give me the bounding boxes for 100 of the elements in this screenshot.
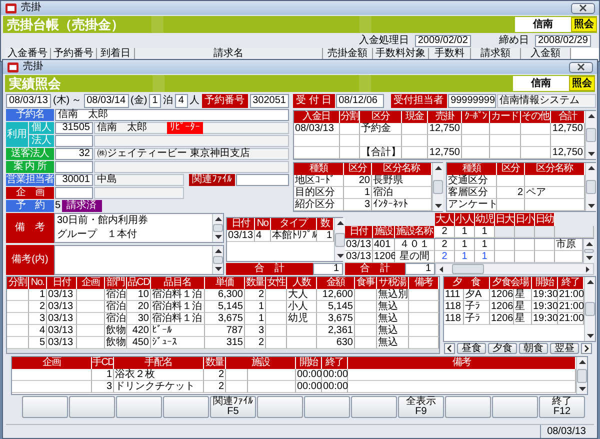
meal-button[interactable]: 昼食	[457, 343, 486, 354]
close-button[interactable]	[569, 62, 593, 72]
scrollbar[interactable]	[584, 277, 595, 341]
code-field[interactable]: 30001	[55, 174, 93, 186]
scroll-right-icon[interactable]	[585, 266, 590, 272]
scroll-up-icon[interactable]	[336, 220, 344, 226]
scrollbar[interactable]	[212, 246, 223, 274]
table-cell	[515, 239, 535, 251]
scrollbar[interactable]	[432, 163, 443, 211]
scroll-left-button[interactable]	[444, 343, 455, 354]
date-field[interactable]: 2008/02/29	[534, 34, 591, 46]
table-cell: 1	[245, 301, 266, 313]
function-key-button[interactable]: 関連ﾌｧｲﾙ F5	[210, 396, 256, 418]
input-field[interactable]	[94, 187, 184, 199]
table-cell: 111	[444, 289, 464, 301]
scroll-down-icon[interactable]	[586, 203, 596, 209]
scroll-down-icon[interactable]	[214, 234, 222, 240]
scroll-up-icon[interactable]	[214, 248, 222, 254]
table-cell: 03/13	[47, 289, 77, 301]
column-header: 売掛	[428, 111, 462, 123]
input-field[interactable]	[94, 135, 289, 147]
scroll-up-icon[interactable]	[578, 359, 586, 365]
table-cell: 2	[435, 226, 455, 238]
table-cell	[340, 135, 360, 147]
horizontal-scrollbar[interactable]	[435, 263, 594, 275]
scroll-up-icon[interactable]	[586, 279, 594, 285]
table-cell	[409, 325, 439, 337]
scroll-right-button[interactable]	[581, 343, 592, 354]
column-header: 数	[317, 218, 334, 230]
function-key-button[interactable]	[69, 396, 115, 418]
close-button[interactable]	[571, 2, 595, 14]
scroll-down-icon[interactable]	[586, 151, 596, 157]
staff-code-field[interactable]: 99999999	[448, 94, 496, 108]
reservation-number-field[interactable]: 302051	[250, 94, 289, 108]
reception-date-field[interactable]: 08/12/06	[336, 94, 384, 108]
scrollbar[interactable]	[212, 214, 223, 242]
input-field[interactable]	[55, 187, 93, 199]
scroll-down-icon[interactable]	[214, 266, 222, 272]
function-key-button[interactable]: 終了 F12	[539, 396, 585, 418]
input-field[interactable]	[55, 135, 93, 147]
function-key-button[interactable]	[22, 396, 68, 418]
table-cell: 宿泊料１泊	[151, 289, 205, 301]
name-field[interactable]: ㈱ジェイティービー 東京神田支店	[94, 148, 289, 160]
function-key-button[interactable]	[445, 396, 491, 418]
input-field[interactable]	[94, 161, 289, 173]
date-field[interactable]: 2009/02/02	[414, 34, 471, 46]
column-header: 施設	[373, 226, 395, 238]
staff-name-field[interactable]: 信南情報システム	[496, 94, 596, 108]
function-key-button[interactable]	[116, 396, 162, 418]
input-field[interactable]	[55, 161, 93, 173]
table-cell: ｼﾞｭｰｽ	[151, 337, 205, 349]
table-cell: 03/13	[345, 251, 373, 263]
code-field[interactable]: 31505	[55, 122, 93, 134]
function-key-button[interactable]	[492, 396, 538, 418]
scroll-up-icon[interactable]	[434, 165, 442, 171]
function-key-button[interactable]	[304, 396, 350, 418]
meal-button[interactable]: 夕食	[488, 343, 517, 354]
table-cell	[462, 147, 490, 159]
function-key-button[interactable]	[257, 396, 303, 418]
scroll-down-icon[interactable]	[434, 203, 442, 209]
scroll-down-icon[interactable]	[584, 255, 594, 261]
table-cell: 21:00	[558, 289, 584, 301]
remarks-field[interactable]: 30日前・館内利用券 グループ １本付	[54, 213, 224, 243]
guests-field[interactable]: 4	[174, 94, 188, 108]
scroll-down-icon[interactable]	[336, 253, 344, 259]
function-key-button[interactable]: 全表示 F9	[398, 396, 444, 418]
scroll-left-icon[interactable]	[439, 266, 444, 272]
remarks-line: 30日前・館内利用券	[57, 214, 150, 228]
remarks-field[interactable]	[54, 245, 224, 275]
departure-date-field[interactable]: 08/03/14	[84, 94, 129, 108]
scrollbar[interactable]	[583, 239, 594, 263]
table-cell: 1206	[373, 251, 395, 263]
function-key-button[interactable]	[163, 396, 209, 418]
window-title: 売掛	[23, 61, 43, 73]
meal-button[interactable]: 朝食	[519, 343, 548, 354]
table-cell: 03/13	[345, 239, 373, 251]
table-cell: ペア	[525, 187, 585, 199]
name-field[interactable]: 中島	[94, 174, 184, 186]
scrollbar[interactable]	[334, 218, 345, 261]
scrollbar[interactable]	[576, 357, 587, 394]
meal-button[interactable]: 翌昼	[550, 343, 579, 354]
table-cell: 2	[204, 381, 226, 393]
name-field[interactable]: 信南 太郎 ﾘﾋﾟｰﾀｰ	[94, 122, 289, 134]
function-key-button[interactable]	[351, 396, 397, 418]
column-header: 区分名称	[525, 163, 585, 175]
scroll-down-icon[interactable]	[578, 386, 586, 392]
scroll-up-icon[interactable]	[214, 216, 222, 222]
table-cell: 宿泊	[372, 187, 432, 199]
table-cell: 浴衣２枚	[114, 369, 204, 381]
scrollbar[interactable]	[585, 111, 596, 159]
input-field[interactable]	[236, 174, 289, 186]
scroll-up-icon[interactable]	[584, 241, 594, 247]
name-field[interactable]: 信南 太郎	[55, 109, 289, 121]
nights-field[interactable]: 1	[149, 94, 161, 108]
code-field[interactable]: 32	[55, 148, 93, 160]
scroll-down-icon[interactable]	[586, 333, 594, 339]
arrival-date-field[interactable]: 08/03/13	[6, 94, 51, 108]
scroll-up-icon[interactable]	[586, 113, 596, 119]
scroll-up-icon[interactable]	[586, 165, 596, 171]
scrollbar[interactable]	[585, 163, 596, 211]
